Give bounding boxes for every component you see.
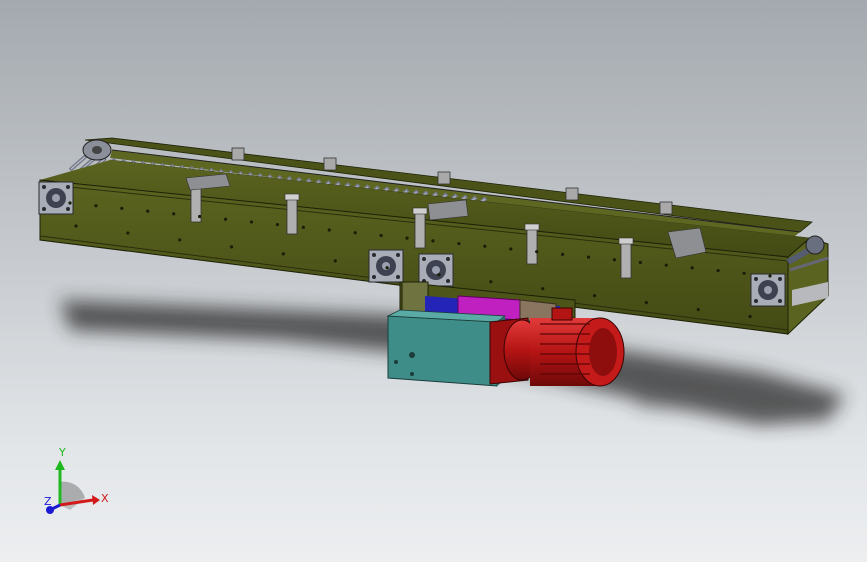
bolt-hole	[172, 212, 176, 216]
bolt-hole	[74, 224, 78, 228]
bolt-hole	[327, 228, 331, 232]
bolt-hole	[748, 314, 752, 319]
z-axis-label: Z	[44, 495, 52, 508]
bolt-hole	[146, 209, 150, 213]
bolt-hole	[437, 273, 441, 277]
bolt-hole	[223, 217, 228, 221]
left-end-drum	[82, 139, 112, 161]
bolt-hole	[405, 236, 409, 240]
bolt-hole	[275, 223, 280, 227]
top-clamp	[231, 147, 245, 161]
top-clamp	[659, 201, 673, 215]
bolt-hole	[664, 263, 668, 267]
guide-bracket	[618, 237, 634, 279]
bearing-block	[38, 181, 74, 215]
gearbox	[386, 309, 507, 387]
bolt-hole	[178, 238, 182, 242]
bolt-hole	[249, 220, 254, 224]
bolt-hole	[638, 260, 642, 265]
x-axis-arrow-icon	[92, 495, 100, 505]
bolt-hole	[431, 239, 435, 243]
bolt-hole	[535, 250, 539, 254]
y-axis-arrow-icon	[55, 460, 65, 470]
bolt-hole	[644, 300, 648, 305]
guide-bracket	[524, 223, 540, 265]
bolt-hole	[586, 255, 591, 259]
bolt-hole	[333, 259, 337, 263]
bolt-hole	[541, 287, 545, 291]
bolt-hole	[353, 231, 357, 235]
guide-bracket	[412, 207, 428, 249]
bolt-hole	[742, 271, 746, 275]
bolt-hole	[198, 214, 202, 219]
conveyor-assembly-model[interactable]: Y X Z	[0, 0, 867, 562]
bolt-hole	[229, 245, 234, 249]
bolt-hole	[483, 244, 487, 248]
top-clamp	[565, 187, 579, 201]
bolt-hole	[690, 266, 694, 270]
top-clamp	[323, 157, 337, 171]
top-clamp	[437, 171, 451, 185]
coordinate-triad[interactable]: Y X Z	[44, 446, 109, 514]
y-axis-label: Y	[58, 446, 66, 459]
bolt-hole	[126, 231, 130, 235]
electric-motor	[489, 307, 625, 387]
x-axis-label: X	[101, 492, 109, 505]
bolt-hole	[457, 241, 461, 246]
guide-bracket	[284, 193, 300, 235]
bolt-hole	[768, 274, 772, 278]
bolt-hole	[612, 258, 617, 262]
bolt-hole	[68, 201, 72, 205]
bolt-hole	[120, 206, 124, 211]
bolt-hole	[379, 233, 383, 238]
bolt-hole	[301, 225, 305, 229]
bolt-hole	[696, 307, 700, 312]
bearing-block	[418, 253, 454, 287]
bolt-hole	[281, 252, 286, 256]
graphics-viewport[interactable]: Y X Z	[0, 0, 867, 562]
bearing-block	[750, 273, 786, 307]
bolt-hole	[489, 280, 493, 284]
bolt-hole	[592, 294, 597, 298]
bolt-hole	[716, 268, 720, 273]
bolt-hole	[385, 266, 389, 270]
bolt-hole	[560, 252, 565, 256]
bearing-block	[368, 249, 404, 283]
bolt-hole	[509, 247, 513, 251]
bolt-hole	[94, 204, 98, 208]
